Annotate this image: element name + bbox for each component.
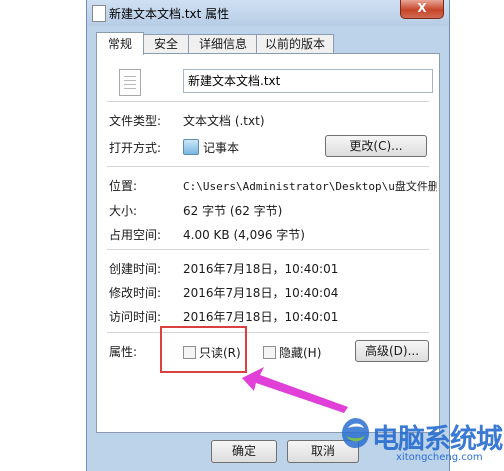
advanced-button[interactable]: 高级(D)... (355, 340, 429, 362)
change-button[interactable]: 更改(C)... (325, 135, 427, 157)
size-label: 大小: (109, 204, 138, 218)
accessed-label: 访问时间: (109, 310, 162, 324)
size-value: 62 字节 (62 字节) (183, 204, 283, 218)
watermark-logo: 电脑系统城 xitongcheng.com (340, 416, 504, 471)
file-name-input[interactable] (183, 69, 433, 93)
brand-logo-icon (342, 418, 369, 448)
created-value: 2016年7月18日，10:40:01 (183, 262, 339, 276)
created-label: 创建时间: (109, 262, 162, 276)
readonly-highlight-box (160, 326, 247, 373)
tab-general[interactable]: 常规 (96, 32, 144, 55)
window-title: 新建文本文档.txt 属性 (109, 7, 230, 21)
tab-previous-versions[interactable]: 以前的版本 (256, 34, 334, 54)
pointer-arrow-icon (242, 367, 348, 413)
open-with-value: 记事本 (203, 141, 240, 155)
tab-security[interactable]: 安全 (142, 34, 190, 54)
location-label: 位置: (109, 179, 138, 193)
hidden-checkbox[interactable]: 隐藏(H) (263, 344, 321, 361)
modified-value: 2016年7月18日，10:40:04 (183, 286, 339, 300)
accessed-value: 2016年7月18日，10:40:01 (183, 310, 339, 324)
file-type-label: 文件类型: (109, 114, 162, 128)
watermark-brand: 电脑系统城 (372, 424, 503, 455)
close-button[interactable]: X (400, 0, 444, 19)
screenshot-canvas: 新建文本文档.txt 属性 X 常规 安全 详细信息 以前的版本 文件类型: 文… (0, 0, 504, 471)
watermark-url: xitongcheng.com (396, 452, 483, 463)
divider (107, 249, 429, 250)
disk-size-label: 占用空间: (109, 228, 162, 242)
open-with-label: 打开方式: (109, 141, 162, 155)
title-bar[interactable]: 新建文本文档.txt 属性 X (87, 0, 449, 26)
text-file-icon (92, 5, 106, 22)
divider (107, 101, 429, 102)
attributes-label: 属性: (109, 345, 138, 359)
divider (107, 166, 429, 167)
location-value: C:\Users\Administrator\Desktop\u盘文件删不 (183, 180, 437, 193)
tab-details[interactable]: 详细信息 (188, 34, 258, 54)
hidden-checkbox-box[interactable] (263, 346, 276, 359)
divider (107, 332, 429, 333)
notepad-icon (183, 139, 199, 155)
modified-label: 修改时间: (109, 286, 162, 300)
file-type-value: 文本文档 (.txt) (183, 114, 265, 128)
document-icon (119, 69, 141, 96)
ok-button[interactable]: 确定 (211, 440, 277, 463)
disk-size-value: 4.00 KB (4,096 字节) (183, 228, 305, 242)
hidden-label: 隐藏(H) (279, 346, 322, 360)
